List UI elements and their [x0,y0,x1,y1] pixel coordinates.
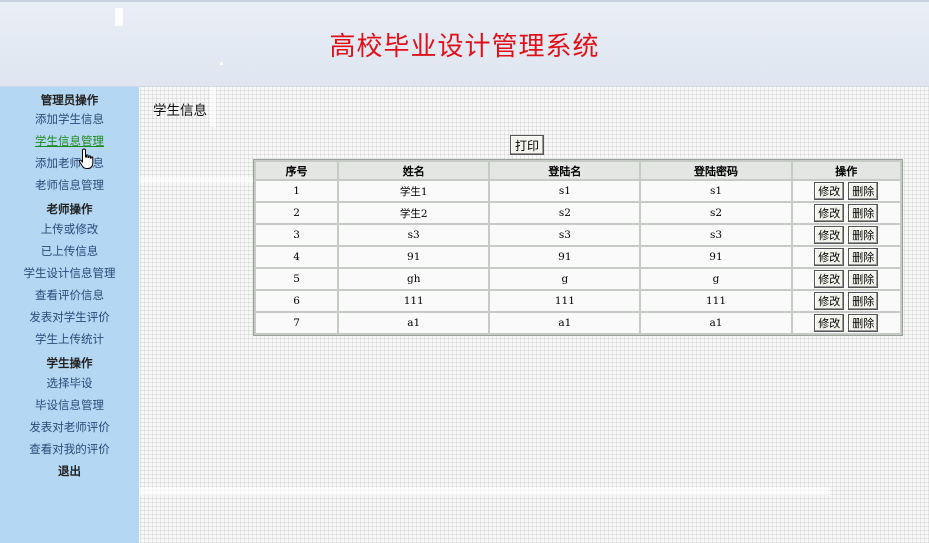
delete-button[interactable]: 删除 [848,270,879,288]
delete-button[interactable]: 删除 [848,248,879,266]
sidebar-item-view-my-evaluations[interactable]: 查看对我的评价 [0,441,139,457]
cell-login: a1 [490,313,640,333]
sidebar-item-choose-project[interactable]: 选择毕设 [0,375,139,391]
edit-button[interactable]: 修改 [814,270,845,288]
cell-no: 3 [256,225,338,245]
delete-button[interactable]: 删除 [848,182,879,200]
sidebar-heading-teacher: 老师操作 [46,202,93,216]
sidebar-item-student-management[interactable]: 学生信息管理 [0,133,139,149]
cell-login: 111 [490,291,640,311]
column-header-login: 登陆名 [490,162,640,179]
column-header-password: 登陆密码 [641,162,791,179]
cell-actions: 修改 删除 [792,291,900,311]
header-decoration [115,8,123,26]
sidebar: 管理员操作 添加学生信息 学生信息管理 添加老师信息 老师信息管理 老师操作 上… [0,87,139,543]
cell-actions: 修改 删除 [792,269,900,289]
sidebar-item-project-management[interactable]: 毕设信息管理 [0,397,139,413]
background-stripe [140,487,830,495]
cell-no: 4 [256,247,338,267]
cell-actions: 修改 删除 [792,247,900,267]
cell-no: 6 [256,291,338,311]
cell-login: s3 [490,225,640,245]
cell-name: 91 [339,247,489,267]
sidebar-item-add-teacher[interactable]: 添加老师信息 [0,155,139,171]
delete-button[interactable]: 删除 [848,314,879,332]
cell-actions: 修改 删除 [792,203,900,223]
cell-login: s2 [490,203,640,223]
cell-password: g [641,269,791,289]
sidebar-item-evaluate-students[interactable]: 发表对学生评价 [0,309,139,325]
sidebar-item-evaluate-teacher[interactable]: 发表对老师评价 [0,419,139,435]
cell-login: s1 [490,181,640,201]
table-row: 4 91 91 91 修改 删除 [256,247,900,267]
delete-button[interactable]: 删除 [848,292,879,310]
table-row: 7 a1 a1 a1 修改 删除 [256,313,900,333]
hand-pointer-icon [78,148,94,169]
edit-button[interactable]: 修改 [814,292,845,310]
table-header-row: 序号 姓名 登陆名 登陆密码 操作 [256,162,900,179]
table-row: 6 111 111 111 修改 删除 [256,291,900,311]
cell-name: 学生1 [339,181,489,201]
sidebar-item-add-student[interactable]: 添加学生信息 [0,111,139,127]
print-button[interactable]: 打印 [510,135,544,155]
background-stripe [210,87,216,127]
edit-button[interactable]: 修改 [814,314,845,332]
cell-no: 2 [256,203,338,223]
cell-password: s1 [641,181,791,201]
sidebar-item-student-upload-stats[interactable]: 学生上传统计 [0,331,139,347]
header-top-line [0,0,929,2]
sidebar-heading-student: 学生操作 [46,356,93,370]
cell-no: 5 [256,269,338,289]
cell-actions: 修改 删除 [792,225,900,245]
cell-password: 111 [641,291,791,311]
sidebar-item-view-evaluations[interactable]: 查看评价信息 [0,287,139,303]
cell-name: a1 [339,313,489,333]
column-header-no: 序号 [256,162,338,179]
table-row: 5 gh g g 修改 删除 [256,269,900,289]
cell-name: 111 [339,291,489,311]
cell-no: 7 [256,313,338,333]
page-title: 学生信息 [153,103,207,119]
column-header-actions: 操作 [792,162,900,179]
cell-actions: 修改 删除 [792,181,900,201]
cell-name: 学生2 [339,203,489,223]
cell-password: a1 [641,313,791,333]
sidebar-item-uploaded-info[interactable]: 已上传信息 [0,243,139,259]
header-banner: 高校毕业设计管理系统 [0,0,929,87]
column-header-name: 姓名 [339,162,489,179]
sidebar-item-teacher-management[interactable]: 老师信息管理 [0,177,139,193]
edit-button[interactable]: 修改 [814,248,845,266]
delete-button[interactable]: 删除 [848,226,879,244]
cell-no: 1 [256,181,338,201]
cell-login: 91 [490,247,640,267]
table-row: 3 s3 s3 s3 修改 删除 [256,225,900,245]
sidebar-item-logout[interactable]: 退出 [0,463,139,479]
cell-password: s3 [641,225,791,245]
cell-login: g [490,269,640,289]
cell-name: s3 [339,225,489,245]
cell-name: gh [339,269,489,289]
edit-button[interactable]: 修改 [814,226,845,244]
delete-button[interactable]: 删除 [848,204,879,222]
cell-password: 91 [641,247,791,267]
sidebar-item-upload-or-edit[interactable]: 上传或修改 [0,221,139,237]
edit-button[interactable]: 修改 [814,182,845,200]
edit-button[interactable]: 修改 [814,204,845,222]
table-row: 2 学生2 s2 s2 修改 删除 [256,203,900,223]
table-row: 1 学生1 s1 s1 修改 删除 [256,181,900,201]
cell-password: s2 [641,203,791,223]
site-title: 高校毕业设计管理系统 [329,32,600,62]
student-table: 序号 姓名 登陆名 登陆密码 操作 1 学生1 s1 s1 修改 删除 2 学生2… [253,159,903,336]
main-content: 学生信息 打印 序号 姓名 登陆名 登陆密码 操作 1 学生1 s1 s1 修改… [140,87,929,543]
cell-actions: 修改 删除 [792,313,900,333]
sidebar-item-student-design-management[interactable]: 学生设计信息管理 [0,265,139,281]
sidebar-heading-admin: 管理员操作 [40,93,99,107]
